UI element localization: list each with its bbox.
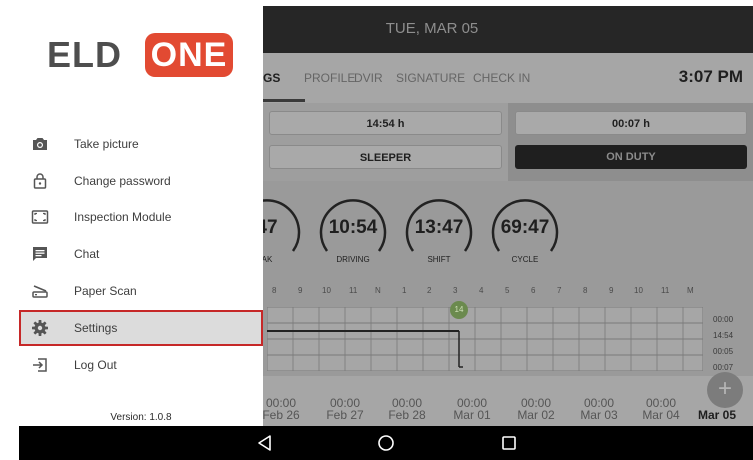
tab-bar: GS PROFILE DVIR SIGNATURE CHECK IN 3:07 … (263, 53, 753, 103)
recents-icon[interactable] (499, 433, 519, 453)
hour-label: 4 (479, 286, 484, 295)
total-off-duty: 00:00 (713, 315, 734, 324)
menu-item-change-password[interactable]: Change password (19, 163, 263, 199)
scanner-icon (32, 285, 48, 298)
sleeper-time: 14:54 h (269, 111, 502, 135)
duty-status-panel: 14:54 h SLEEPER 00:07 h ON DUTY (263, 103, 753, 181)
moon-icon[interactable] (713, 17, 737, 41)
menu-item-settings[interactable]: Settings (19, 310, 263, 346)
screen: TUE, MAR 05 GS PROFILE DVIR SIGNATURE CH… (19, 6, 753, 460)
date-mar-01[interactable]: 00:00 Mar 01 (442, 397, 502, 421)
date-label: Mar 01 (453, 408, 491, 422)
date-feb-27[interactable]: 00:00 Feb 27 (315, 397, 375, 421)
gauge-value: 13:47 (414, 217, 464, 238)
hour-label: M (687, 286, 694, 295)
hour-label: N (375, 286, 381, 295)
on-duty-time: 00:07 h (515, 111, 747, 135)
back-icon[interactable] (255, 433, 275, 453)
tab-logs[interactable]: GS (263, 71, 280, 85)
menu-item-label: Change password (74, 174, 171, 188)
hour-label: 11 (661, 286, 670, 295)
gauge-label: SHIFT (427, 255, 451, 264)
tab-profile[interactable]: PROFILE (304, 71, 355, 85)
hour-label: 6 (531, 286, 536, 295)
gauge-value: 69:47 (500, 217, 550, 238)
camera-icon (33, 138, 47, 150)
hour-label: 1 (402, 286, 407, 295)
current-date: TUE, MAR 05 (385, 20, 479, 37)
date-selector: 00:00 Feb 26 00:00 Feb 27 00:00 Feb 28 0… (262, 376, 753, 426)
hour-label: 5 (505, 286, 510, 295)
log-graph: 8 9 10 11 N 1 2 3 4 5 6 7 8 9 10 11 M 14… (263, 271, 753, 376)
tab-signature[interactable]: SIGNATURE (396, 71, 465, 85)
add-event-button[interactable]: + (707, 372, 743, 408)
clock: 3:07 PM (678, 67, 743, 86)
hour-label: 11 (349, 286, 358, 295)
hours-gauges: 47 AK 10:54 DRIVING 13:47 SHIFT 69:47 CY… (233, 181, 753, 271)
menu-item-label: Inspection Module (74, 210, 172, 224)
menu-item-label: Log Out (74, 358, 117, 372)
cycle-gauge: 69:47 CYCLE (487, 189, 563, 265)
menu-item-log-out[interactable]: Log Out (19, 347, 263, 383)
hour-label: 10 (322, 286, 331, 295)
tab-check-in[interactable]: CHECK IN (473, 71, 530, 85)
menu-item-label: Chat (74, 247, 100, 261)
total-sleeper: 14:54 (713, 331, 734, 340)
menu-item-label: Paper Scan (74, 284, 137, 298)
hour-label: 2 (427, 286, 432, 295)
driving-gauge: 10:54 DRIVING (315, 189, 391, 265)
hour-label: 9 (609, 286, 614, 295)
hour-label: 9 (298, 286, 303, 295)
current-time-marker: 14 (450, 301, 468, 319)
logout-icon (33, 358, 47, 372)
chat-icon (33, 247, 47, 261)
on-duty-status-button[interactable]: ON DUTY (515, 145, 747, 169)
system-navigation-bar (19, 426, 753, 460)
navigation-drawer: ELD ONE Take picture Change password Ins… (19, 6, 263, 426)
date-mar-03[interactable]: 00:00 Mar 03 (569, 397, 629, 421)
date-label: Feb 27 (326, 408, 364, 422)
gauge-value: 10:54 (328, 217, 378, 238)
tab-dvir[interactable]: DVIR (354, 71, 383, 85)
menu-item-chat[interactable]: Chat (19, 236, 263, 272)
logo-text-one: ONE (145, 33, 233, 77)
menu-item-take-picture[interactable]: Take picture (19, 126, 263, 162)
total-on-duty: 00:07 (713, 363, 734, 372)
menu-item-label: Take picture (74, 137, 139, 151)
shift-gauge: 13:47 SHIFT (401, 189, 477, 265)
active-tab-indicator (263, 99, 305, 102)
home-icon[interactable] (376, 433, 396, 453)
sleeper-status-button[interactable]: SLEEPER (269, 145, 502, 169)
logs-screen: TUE, MAR 05 GS PROFILE DVIR SIGNATURE CH… (233, 6, 753, 426)
gear-icon (32, 320, 48, 336)
hour-label: 10 (634, 286, 643, 295)
inspection-icon (31, 210, 49, 224)
hour-label: 8 (272, 286, 277, 295)
date-label: Feb 28 (388, 408, 426, 422)
app-version: Version: 1.0.8 (110, 412, 172, 423)
hour-label: 8 (583, 286, 588, 295)
hour-label: 3 (453, 286, 458, 295)
gauge-label: DRIVING (336, 255, 370, 264)
lock-icon (33, 173, 47, 189)
menu-item-label: Settings (74, 321, 118, 335)
duty-grid (267, 307, 703, 371)
date-label: Mar 03 (580, 408, 618, 422)
date-mar-04[interactable]: 00:00 Mar 04 (631, 397, 691, 421)
total-driving: 00:05 (713, 347, 734, 356)
hour-label: 7 (557, 286, 562, 295)
gauge-label: CYCLE (511, 255, 539, 264)
date-mar-02[interactable]: 00:00 Mar 02 (506, 397, 566, 421)
date-label: Mar 04 (642, 408, 680, 422)
date-feb-28[interactable]: 00:00 Feb 28 (377, 397, 437, 421)
logo-text-eld: ELD (47, 34, 122, 75)
menu-item-inspection-module[interactable]: Inspection Module (19, 199, 263, 235)
menu-item-paper-scan[interactable]: Paper Scan (19, 273, 263, 309)
date-label: Mar 05 (697, 408, 737, 422)
date-label: Mar 02 (517, 408, 555, 422)
top-app-bar: TUE, MAR 05 (263, 6, 753, 53)
